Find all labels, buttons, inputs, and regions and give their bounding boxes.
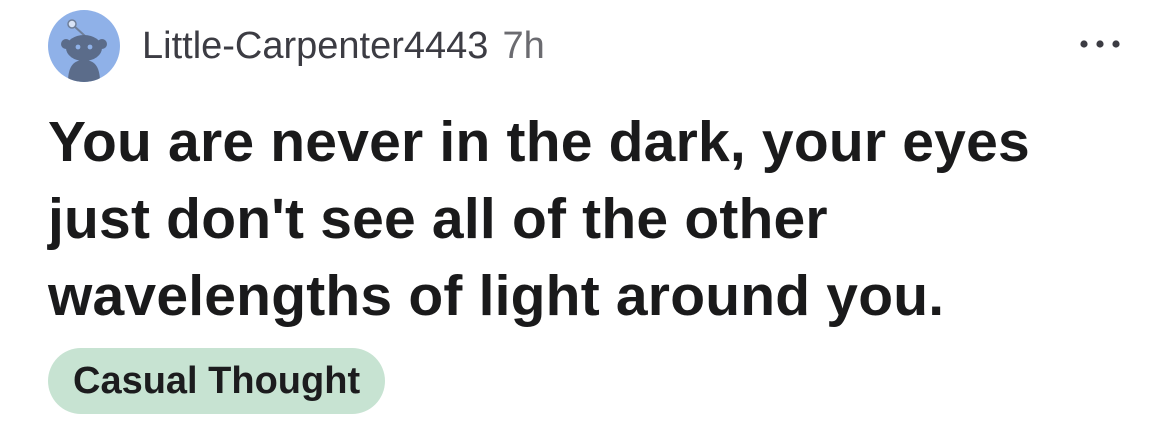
post-flair[interactable]: Casual Thought	[48, 348, 386, 414]
post-age: 7h	[502, 25, 545, 67]
author-username[interactable]: Little-Carpenter4443	[142, 25, 488, 67]
user-avatar[interactable]	[48, 10, 120, 82]
post-title[interactable]: You are never in the dark, your eyes jus…	[48, 104, 1128, 335]
post-header: Little-Carpenter4443 7h	[48, 10, 545, 82]
ellipsis-horizontal-icon	[1080, 40, 1120, 48]
post-card: Little-Carpenter4443 7h You are never in …	[0, 0, 1170, 436]
snoo-avatar-icon	[61, 19, 107, 82]
post-meta: Little-Carpenter4443 7h	[142, 24, 545, 68]
more-options-button[interactable]	[1076, 34, 1124, 54]
